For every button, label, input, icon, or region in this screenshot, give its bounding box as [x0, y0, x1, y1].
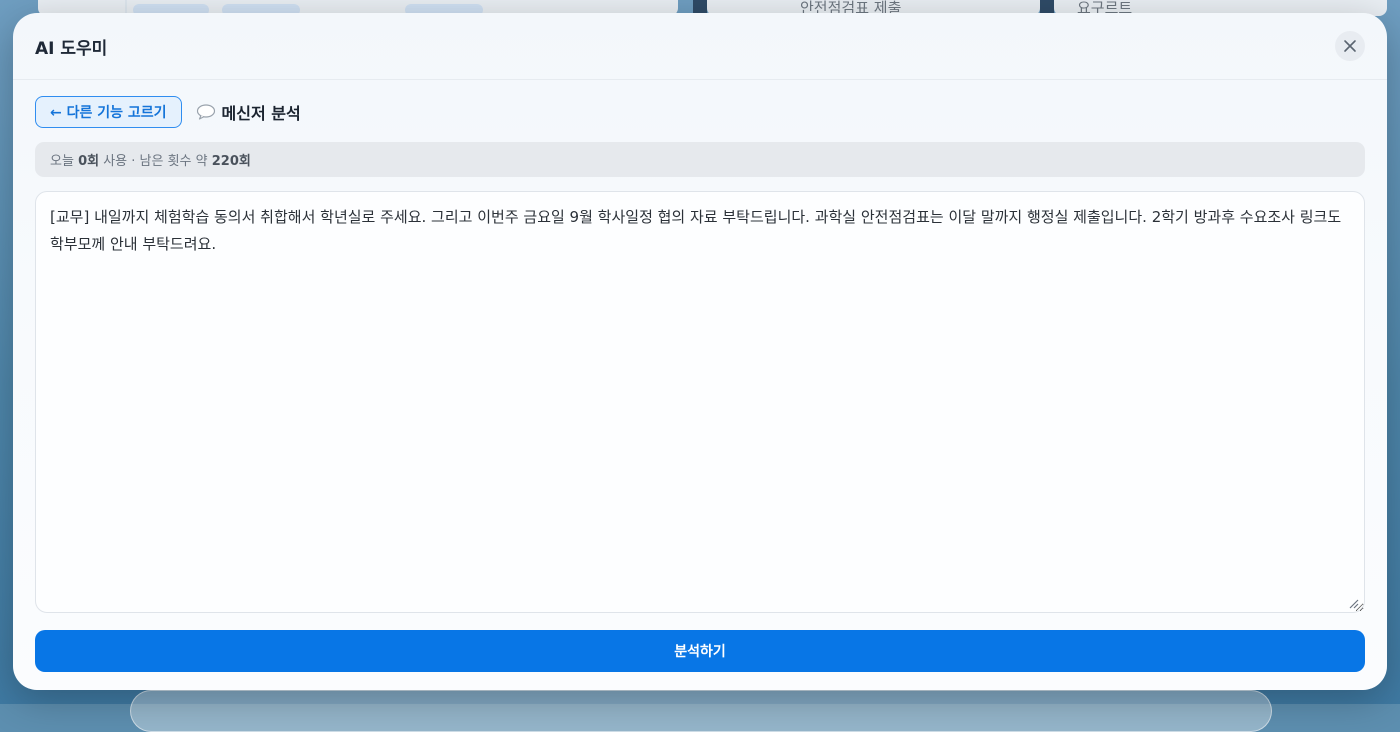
close-button[interactable]	[1335, 31, 1365, 61]
feature-title: 메신저 분석	[221, 104, 301, 123]
modal-title: AI 도우미	[35, 38, 108, 59]
background-divider	[125, 0, 127, 14]
close-icon	[1344, 40, 1356, 52]
resize-grip-icon[interactable]	[1349, 599, 1359, 609]
message-input[interactable]: [교무] 내일까지 체험학습 동의서 취합해서 학년실로 주세요. 그리고 이번…	[35, 191, 1365, 613]
current-feature: 메신저 분석	[196, 100, 301, 124]
back-to-features-button[interactable]: ← 다른 기능 고르기	[35, 96, 182, 128]
usage-used: 0회	[78, 154, 100, 169]
modal-header: AI 도우미	[13, 13, 1387, 80]
analyze-button[interactable]: 분석하기	[35, 630, 1365, 672]
usage-info: 오늘 0회 사용 · 남은 횟수 약 220회	[35, 142, 1365, 177]
usage-middle: 사용 · 남은 횟수 약	[103, 154, 208, 169]
usage-remaining: 220회	[211, 154, 251, 169]
background-divider	[1040, 0, 1054, 14]
background-divider	[693, 0, 707, 14]
background-dock	[130, 690, 1272, 732]
usage-prefix: 오늘	[50, 154, 74, 169]
ai-assistant-modal: AI 도우미 ← 다른 기능 고르기 메신저 분석 오늘 0회 사용 · 남은 …	[13, 13, 1387, 690]
speech-bubble-icon	[196, 104, 215, 120]
toolbar: ← 다른 기능 고르기 메신저 분석	[35, 96, 301, 128]
